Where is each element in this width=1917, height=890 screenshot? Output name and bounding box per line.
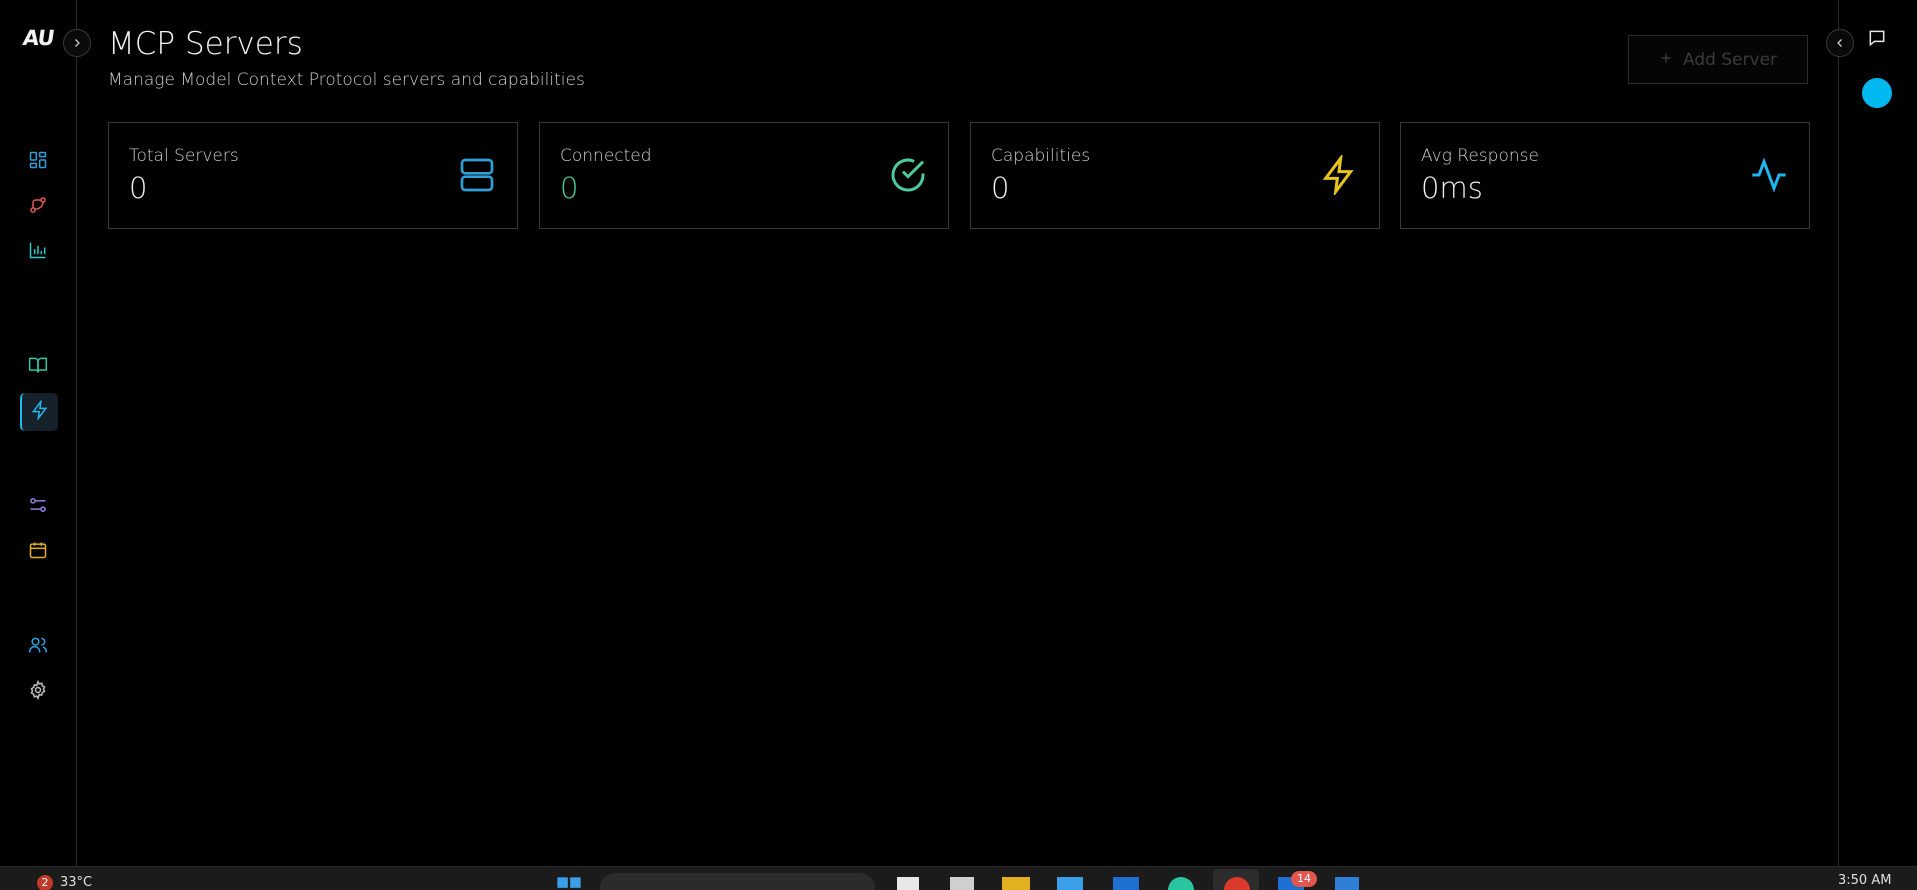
- windows-start-icon[interactable]: [555, 875, 585, 890]
- chevron-left-icon: [1834, 34, 1846, 53]
- git-branch-icon: [28, 195, 48, 219]
- edge-icon[interactable]: [1168, 877, 1194, 890]
- sidebar-expand-button[interactable]: [63, 29, 91, 57]
- stat-label: Capabilities: [991, 146, 1091, 166]
- os-taskbar: 2 33°C 14 3:50 AM: [0, 866, 1917, 890]
- stat-value: 0: [991, 171, 1010, 205]
- stat-card-total-servers: Total Servers 0: [108, 122, 518, 229]
- sidebar-item-analytics[interactable]: [20, 233, 56, 271]
- stats-row: Total Servers 0 Connected 0 Capabilities…: [108, 122, 1810, 229]
- book-open-icon: [28, 355, 48, 379]
- mail-icon[interactable]: [1113, 877, 1139, 890]
- right-rail: [1838, 0, 1917, 866]
- sidebar-item-workflows[interactable]: [20, 188, 56, 226]
- notification-count-badge: 14: [1291, 871, 1317, 887]
- check-circle-icon: [888, 155, 928, 195]
- page-subtitle: Manage Model Context Protocol servers an…: [108, 70, 585, 90]
- stat-label: Avg Response: [1421, 146, 1539, 166]
- widgets-icon[interactable]: [950, 877, 974, 890]
- server-icon: [457, 155, 497, 195]
- sliders-icon: [28, 495, 48, 519]
- task-view-icon[interactable]: [897, 877, 919, 890]
- weather-badge[interactable]: 2: [37, 875, 53, 890]
- file-explorer-icon[interactable]: [1002, 877, 1030, 890]
- stat-value: 0: [129, 171, 148, 205]
- vscode-icon[interactable]: [1335, 877, 1359, 890]
- plus-icon: [1659, 50, 1673, 70]
- stat-value: 0ms: [1421, 171, 1483, 205]
- taskbar-clock[interactable]: 3:50 AM: [1838, 873, 1891, 888]
- chevron-right-icon: [71, 34, 83, 53]
- stat-card-capabilities: Capabilities 0: [970, 122, 1380, 229]
- stat-value: 0: [560, 171, 579, 205]
- settings-icon: [28, 679, 48, 704]
- sidebar-item-docs[interactable]: [20, 348, 56, 386]
- add-server-button[interactable]: Add Server: [1628, 35, 1808, 84]
- sidebar-item-mcp-servers[interactable]: [20, 393, 58, 431]
- sidebar-item-dashboard[interactable]: [20, 143, 56, 181]
- weather-temperature[interactable]: 33°C: [60, 875, 92, 890]
- sidebar: AU: [0, 0, 77, 866]
- app-logo[interactable]: AU: [21, 26, 55, 50]
- taskbar-search-box[interactable]: [600, 873, 875, 890]
- stat-label: Connected: [560, 146, 652, 166]
- users-icon: [28, 635, 48, 659]
- stat-card-avg-response: Avg Response 0ms: [1400, 122, 1810, 229]
- page-title: MCP Servers: [108, 26, 303, 62]
- sidebar-item-users[interactable]: [20, 628, 56, 666]
- grid-icon: [28, 150, 48, 174]
- zap-icon: [1319, 152, 1359, 198]
- store-icon[interactable]: [1057, 877, 1083, 890]
- sidebar-item-integrations[interactable]: [20, 488, 56, 526]
- sidebar-item-settings[interactable]: [20, 673, 56, 711]
- calendar-icon: [28, 540, 48, 564]
- zap-icon: [30, 398, 50, 424]
- stat-card-connected: Connected 0: [539, 122, 949, 229]
- sidebar-item-calendar[interactable]: [20, 533, 56, 571]
- activity-icon: [1749, 155, 1789, 195]
- chat-icon[interactable]: [1867, 28, 1889, 50]
- bar-chart-icon: [28, 240, 48, 264]
- stat-label: Total Servers: [129, 146, 239, 166]
- add-server-label: Add Server: [1682, 49, 1778, 70]
- status-indicator[interactable]: [1862, 78, 1892, 108]
- right-panel-collapse-button[interactable]: [1826, 29, 1854, 57]
